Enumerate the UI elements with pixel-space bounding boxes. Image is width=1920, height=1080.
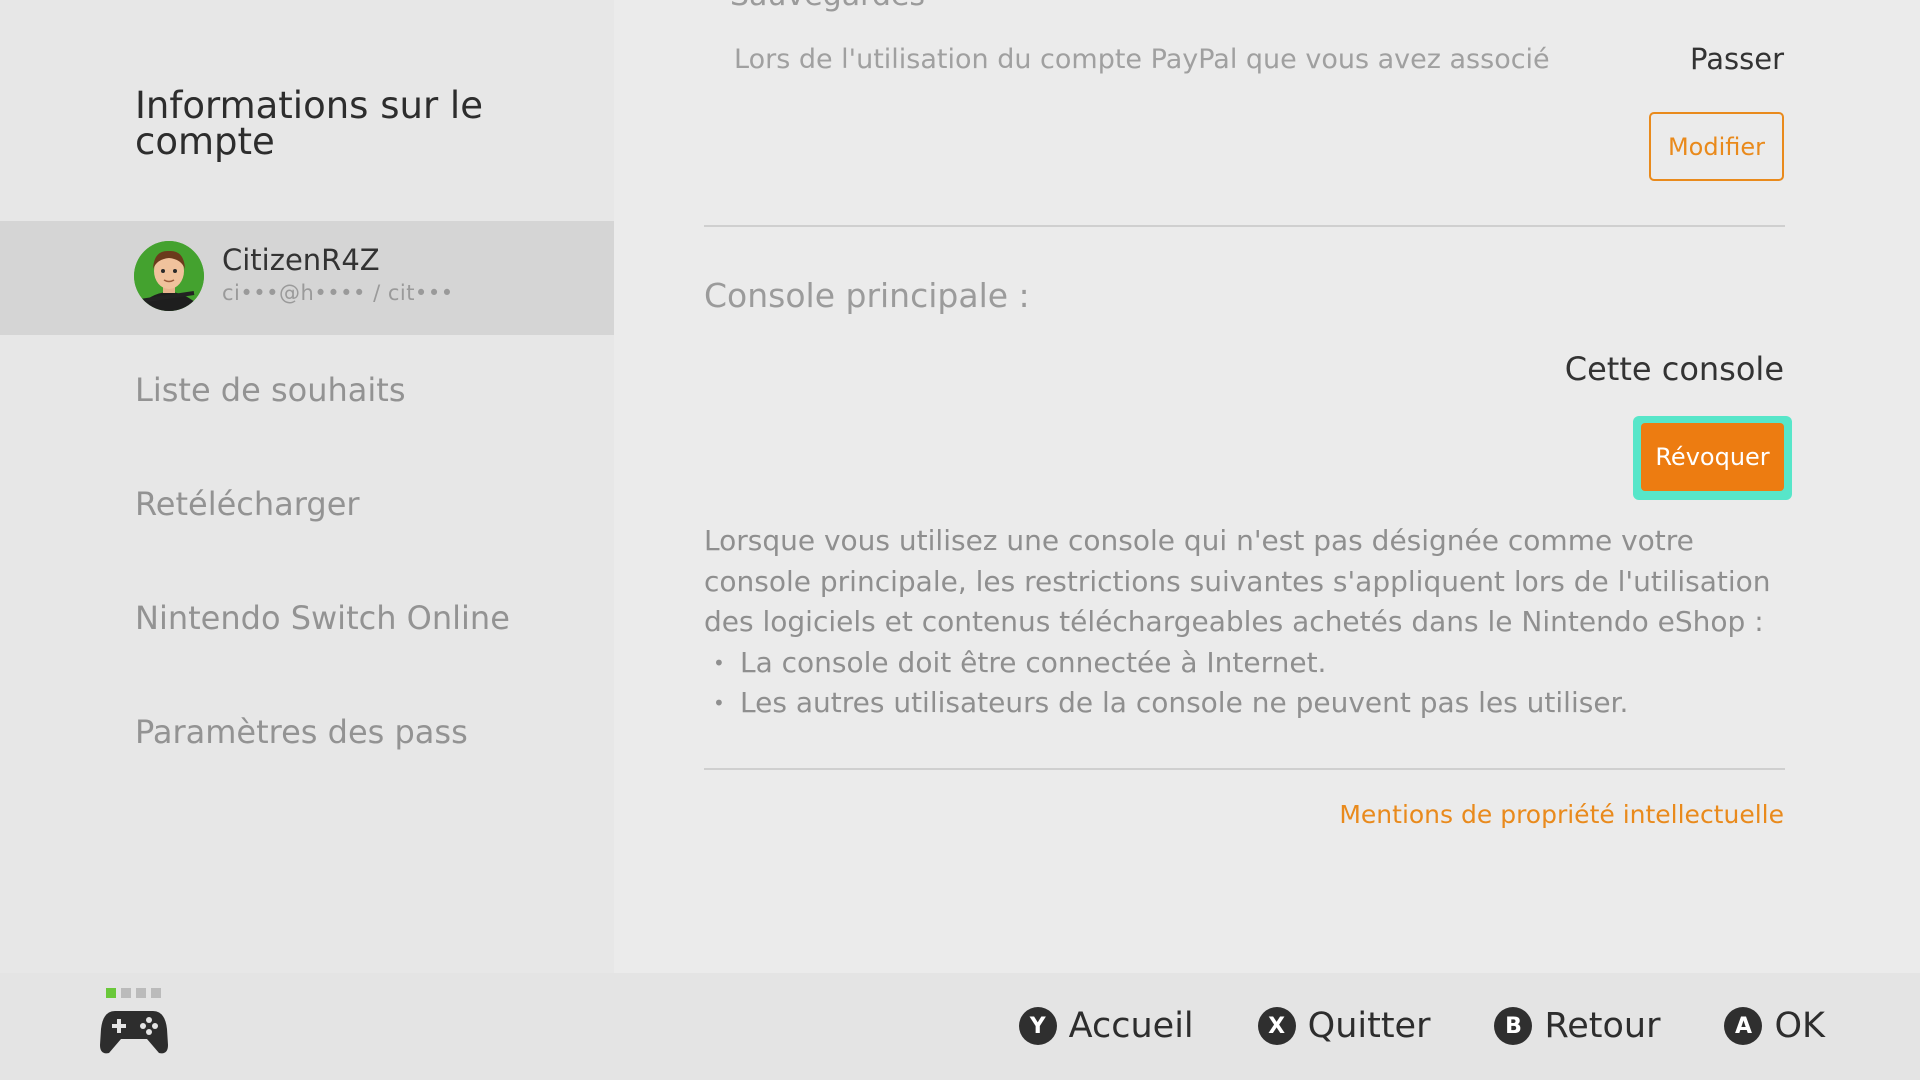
player-dot: [136, 988, 146, 998]
primary-console-value: Cette console: [1564, 350, 1784, 388]
hint-label: Retour: [1544, 1006, 1661, 1046]
hint-ok[interactable]: A OK: [1724, 1006, 1825, 1046]
primary-console-label: Console principale :: [704, 276, 1030, 315]
player-indicator: [106, 988, 161, 998]
list-item: La console doit être connectée à Interne…: [704, 643, 1789, 684]
payment-setting-text: Lors de l'utilisation du compte PayPal q…: [734, 44, 1550, 75]
hint-label: Accueil: [1068, 1006, 1194, 1046]
sidebar-item-redownload[interactable]: Retélécharger: [135, 485, 360, 523]
player-dot: [106, 988, 116, 998]
hint-quit[interactable]: X Quitter: [1257, 1006, 1431, 1046]
avatar: [134, 241, 204, 311]
player-dot: [121, 988, 131, 998]
x-button-icon: X: [1257, 1007, 1296, 1045]
sidebar-item-wishlist[interactable]: Liste de souhaits: [135, 371, 406, 409]
hint-home[interactable]: Y Accueil: [1018, 1006, 1194, 1046]
modify-button[interactable]: Modifier: [1649, 112, 1784, 181]
hint-label: Quitter: [1307, 1006, 1431, 1046]
divider: [704, 225, 1785, 227]
account-email: ci•••@h•••• / cit•••: [222, 281, 454, 305]
button-hints: Y Accueil X Quitter B Retour A OK: [1018, 1000, 1825, 1052]
divider: [704, 768, 1785, 770]
hint-label: OK: [1774, 1006, 1825, 1046]
description-text: Lorsque vous utilisez une console qui n'…: [704, 524, 1771, 638]
revoke-button[interactable]: Révoquer: [1641, 423, 1784, 491]
sidebar-item-pass-settings[interactable]: Paramètres des pass: [135, 713, 468, 751]
hint-back[interactable]: B Retour: [1494, 1006, 1660, 1046]
section-title-saves: Sauvegardes: [730, 0, 925, 13]
sidebar: Informations sur le compte CitizenR4Z ci…: [0, 0, 614, 973]
b-button-icon: B: [1494, 1007, 1533, 1045]
player-dot: [151, 988, 161, 998]
primary-console-description: Lorsque vous utilisez une console qui n'…: [704, 521, 1789, 724]
restriction-list: La console doit être connectée à Interne…: [704, 643, 1789, 724]
payment-setting-value: Passer: [1690, 42, 1784, 76]
y-button-icon: Y: [1018, 1007, 1057, 1045]
intellectual-property-link[interactable]: Mentions de propriété intellectuelle: [1339, 800, 1784, 829]
sidebar-item-nintendo-switch-online[interactable]: Nintendo Switch Online: [135, 599, 510, 637]
controller-icon: [99, 1007, 169, 1057]
account-name: CitizenR4Z: [222, 243, 380, 277]
a-button-icon: A: [1724, 1007, 1763, 1045]
page-title: Informations sur le compte: [135, 84, 483, 163]
list-item: Les autres utilisateurs de la console ne…: [704, 683, 1789, 724]
account-row[interactable]: CitizenR4Z ci•••@h•••• / cit•••: [0, 221, 614, 335]
